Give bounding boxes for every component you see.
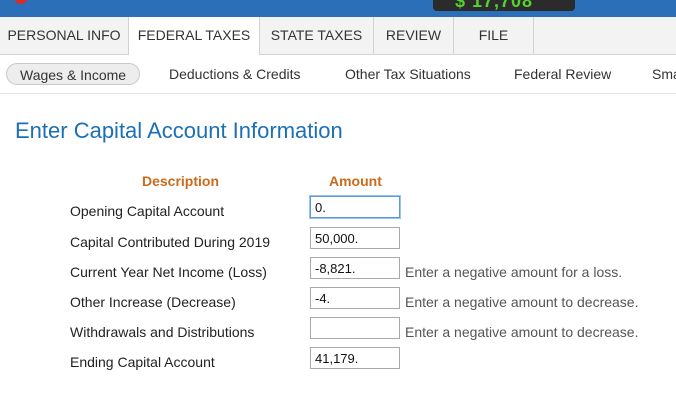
ending-capital-input[interactable] (310, 347, 400, 369)
subnav-federal-review[interactable]: Federal Review (514, 55, 611, 93)
amount-column-header: Amount (329, 173, 382, 189)
page-title: Enter Capital Account Information (15, 118, 343, 143)
net-income-label: Current Year Net Income (Loss) (70, 264, 267, 280)
capital-contributed-label: Capital Contributed During 2019 (70, 234, 271, 250)
net-income-hint: Enter a negative amount for a loss. (405, 264, 623, 280)
opening-capital-input[interactable] (310, 196, 400, 218)
tab-personal-info[interactable]: PERSONAL INFO (0, 17, 129, 54)
top-bar: $ 17,708 (0, 0, 676, 17)
sub-nav: Wages & Income Deductions & Credits Othe… (0, 55, 676, 94)
other-increase-label: Other Increase (Decrease) (70, 294, 236, 310)
subnav-wages-income[interactable]: Wages & Income (6, 63, 141, 85)
other-increase-hint: Enter a negative amount to decrease. (405, 294, 639, 310)
refund-amount: $ 17,708 (455, 0, 534, 11)
net-income-input[interactable] (310, 257, 400, 279)
withdrawals-hint: Enter a negative amount to decrease. (405, 324, 639, 340)
subnav-smart-check[interactable]: Sma (652, 55, 676, 93)
main-tabs: PERSONAL INFO FEDERAL TAXES STATE TAXES … (0, 17, 676, 55)
tab-review[interactable]: REVIEW (374, 17, 454, 54)
withdrawals-input[interactable] (310, 317, 400, 339)
tab-state-taxes[interactable]: STATE TAXES (260, 17, 374, 54)
refund-meter[interactable]: $ 17,708 (433, 0, 575, 11)
opening-capital-label: Opening Capital Account (70, 203, 225, 219)
subnav-other-tax-situations[interactable]: Other Tax Situations (345, 55, 471, 93)
tab-file[interactable]: FILE (454, 17, 534, 54)
subnav-deductions-credits[interactable]: Deductions & Credits (169, 55, 301, 93)
logo-icon (14, 0, 28, 4)
tab-federal-taxes[interactable]: FEDERAL TAXES (129, 17, 260, 55)
capital-contributed-input[interactable] (310, 227, 400, 249)
description-column-header: Description (142, 173, 220, 189)
other-increase-input[interactable] (310, 287, 400, 309)
ending-capital-label: Ending Capital Account (70, 354, 215, 370)
withdrawals-label: Withdrawals and Distributions (70, 324, 255, 340)
